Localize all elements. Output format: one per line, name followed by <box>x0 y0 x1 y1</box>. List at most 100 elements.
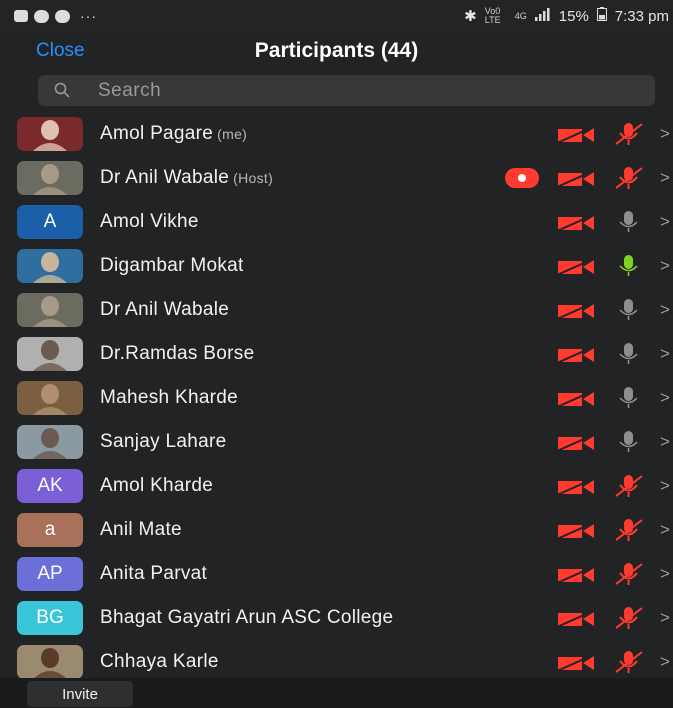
bottom-bar: Invite <box>0 678 673 708</box>
participant-row[interactable]: Mahesh Kharde > <box>0 376 673 420</box>
close-button[interactable]: Close <box>36 40 85 62</box>
participant-name-wrap: Chhaya Karle <box>100 651 219 673</box>
participant-name-wrap: Digambar Mokat <box>100 255 244 277</box>
participant-name: Dr Anil Wabale <box>100 299 230 320</box>
avatar <box>17 117 83 151</box>
participant-name: Amol Vikhe <box>100 211 199 232</box>
invite-button[interactable]: Invite <box>27 681 133 707</box>
chevron-right-icon[interactable]: > <box>660 256 670 276</box>
status-dots: ··· <box>80 8 97 24</box>
avatar-initials: A <box>43 211 57 232</box>
call-icon <box>34 9 49 23</box>
avatar-initials: BG <box>36 607 64 628</box>
avatar: a <box>17 513 83 547</box>
participant-row[interactable]: Dr Anil Wabale (Host) > <box>0 156 673 200</box>
participant-name: Anil Mate <box>100 519 182 540</box>
video-off-icon <box>556 126 596 149</box>
participant-row[interactable]: Sanjay Lahare > <box>0 420 673 464</box>
chevron-right-icon[interactable]: > <box>660 520 670 540</box>
status-bar-left: ··· <box>14 8 97 24</box>
search-icon <box>54 82 70 98</box>
recording-icon <box>505 168 539 188</box>
chevron-right-icon[interactable]: > <box>660 608 670 628</box>
participant-name-wrap: Dr Anil Wabale (Host) <box>100 167 273 189</box>
participant-name-wrap: Amol Kharde <box>100 475 213 497</box>
search-bar[interactable] <box>38 75 655 106</box>
mic-muted-icon <box>614 474 644 503</box>
search-input[interactable] <box>96 79 640 103</box>
call-icon <box>55 9 70 23</box>
video-off-icon <box>556 214 596 237</box>
video-off-icon <box>556 302 596 325</box>
mic-muted-icon <box>614 606 644 635</box>
avatar-initials: AK <box>37 475 63 496</box>
participant-name-wrap: Bhagat Gayatri Arun ASC College <box>100 607 393 629</box>
clock: 7:33 pm <box>614 7 669 25</box>
chevron-right-icon[interactable]: > <box>660 168 670 188</box>
participant-name: Bhagat Gayatri Arun ASC College <box>100 607 394 628</box>
battery-icon <box>596 7 607 25</box>
avatar <box>17 645 83 679</box>
volte-label: Vo0 LTE <box>484 6 501 25</box>
avatar: AK <box>17 469 83 503</box>
participant-row[interactable]: A Amol Vikhe > <box>0 200 673 244</box>
video-off-icon <box>556 258 596 281</box>
avatar: BG <box>17 601 83 635</box>
participant-row[interactable]: Digambar Mokat > <box>0 244 673 288</box>
status-bar-right: ✱ Vo0 LTE 4G 15% 7:33 pm <box>464 6 669 26</box>
mic-muted-icon <box>614 518 644 547</box>
avatar: AP <box>17 557 83 591</box>
chevron-right-icon[interactable]: > <box>660 344 670 364</box>
participant-name-wrap: Dr Anil Wabale <box>100 299 229 321</box>
chevron-right-icon[interactable]: > <box>660 564 670 584</box>
mic-active-icon <box>614 254 644 283</box>
video-off-icon <box>556 170 596 193</box>
participant-name-wrap: Amol Pagare (me) <box>100 123 247 145</box>
participant-name-wrap: Mahesh Kharde <box>100 387 238 409</box>
video-off-icon <box>556 434 596 457</box>
participant-name-wrap: Anil Mate <box>100 519 182 541</box>
participant-row[interactable]: Dr.Ramdas Borse > <box>0 332 673 376</box>
participant-row[interactable]: Amol Pagare (me) > <box>0 112 673 156</box>
chevron-right-icon[interactable]: > <box>660 124 670 144</box>
battery-percent: 15% <box>558 7 589 25</box>
video-off-icon <box>556 522 596 545</box>
network-type-label: 4G <box>514 10 527 21</box>
mic-muted-icon <box>614 122 644 151</box>
participant-row[interactable]: a Anil Mate > <box>0 508 673 552</box>
participant-row[interactable]: BG Bhagat Gayatri Arun ASC College > <box>0 596 673 640</box>
avatar <box>17 249 83 283</box>
mic-icon <box>614 386 644 415</box>
avatar <box>17 293 83 327</box>
avatar <box>17 381 83 415</box>
mic-muted-icon <box>614 562 644 591</box>
participant-name-wrap: Anita Parvat <box>100 563 207 585</box>
avatar <box>17 161 83 195</box>
participant-row[interactable]: AK Amol Kharde > <box>0 464 673 508</box>
participant-name: Mahesh Kharde <box>100 387 239 408</box>
avatar-initials: AP <box>37 563 63 584</box>
lock-icon <box>14 10 28 22</box>
participant-role-tag: (me) <box>217 126 248 142</box>
chevron-right-icon[interactable]: > <box>660 388 670 408</box>
participant-row[interactable]: Dr Anil Wabale > <box>0 288 673 332</box>
mic-muted-icon <box>614 166 644 195</box>
mic-icon <box>614 342 644 371</box>
avatar: A <box>17 205 83 239</box>
participant-name: Amol Kharde <box>100 475 214 496</box>
participant-row[interactable]: AP Anita Parvat > <box>0 552 673 596</box>
chevron-right-icon[interactable]: > <box>660 476 670 496</box>
participant-name-wrap: Amol Vikhe <box>100 211 199 233</box>
participant-name: Sanjay Lahare <box>100 431 227 452</box>
chevron-right-icon[interactable]: > <box>660 432 670 452</box>
mic-icon <box>614 298 644 327</box>
status-bar: ··· ✱ Vo0 LTE 4G 15% 7:33 pm <box>0 0 673 32</box>
mic-icon <box>614 210 644 239</box>
bluetooth-icon: ✱ <box>464 8 477 25</box>
mic-muted-icon <box>614 650 644 679</box>
chevron-right-icon[interactable]: > <box>660 212 670 232</box>
video-off-icon <box>556 566 596 589</box>
chevron-right-icon[interactable]: > <box>660 652 670 672</box>
chevron-right-icon[interactable]: > <box>660 300 670 320</box>
participant-name: Amol Pagare <box>100 123 214 144</box>
